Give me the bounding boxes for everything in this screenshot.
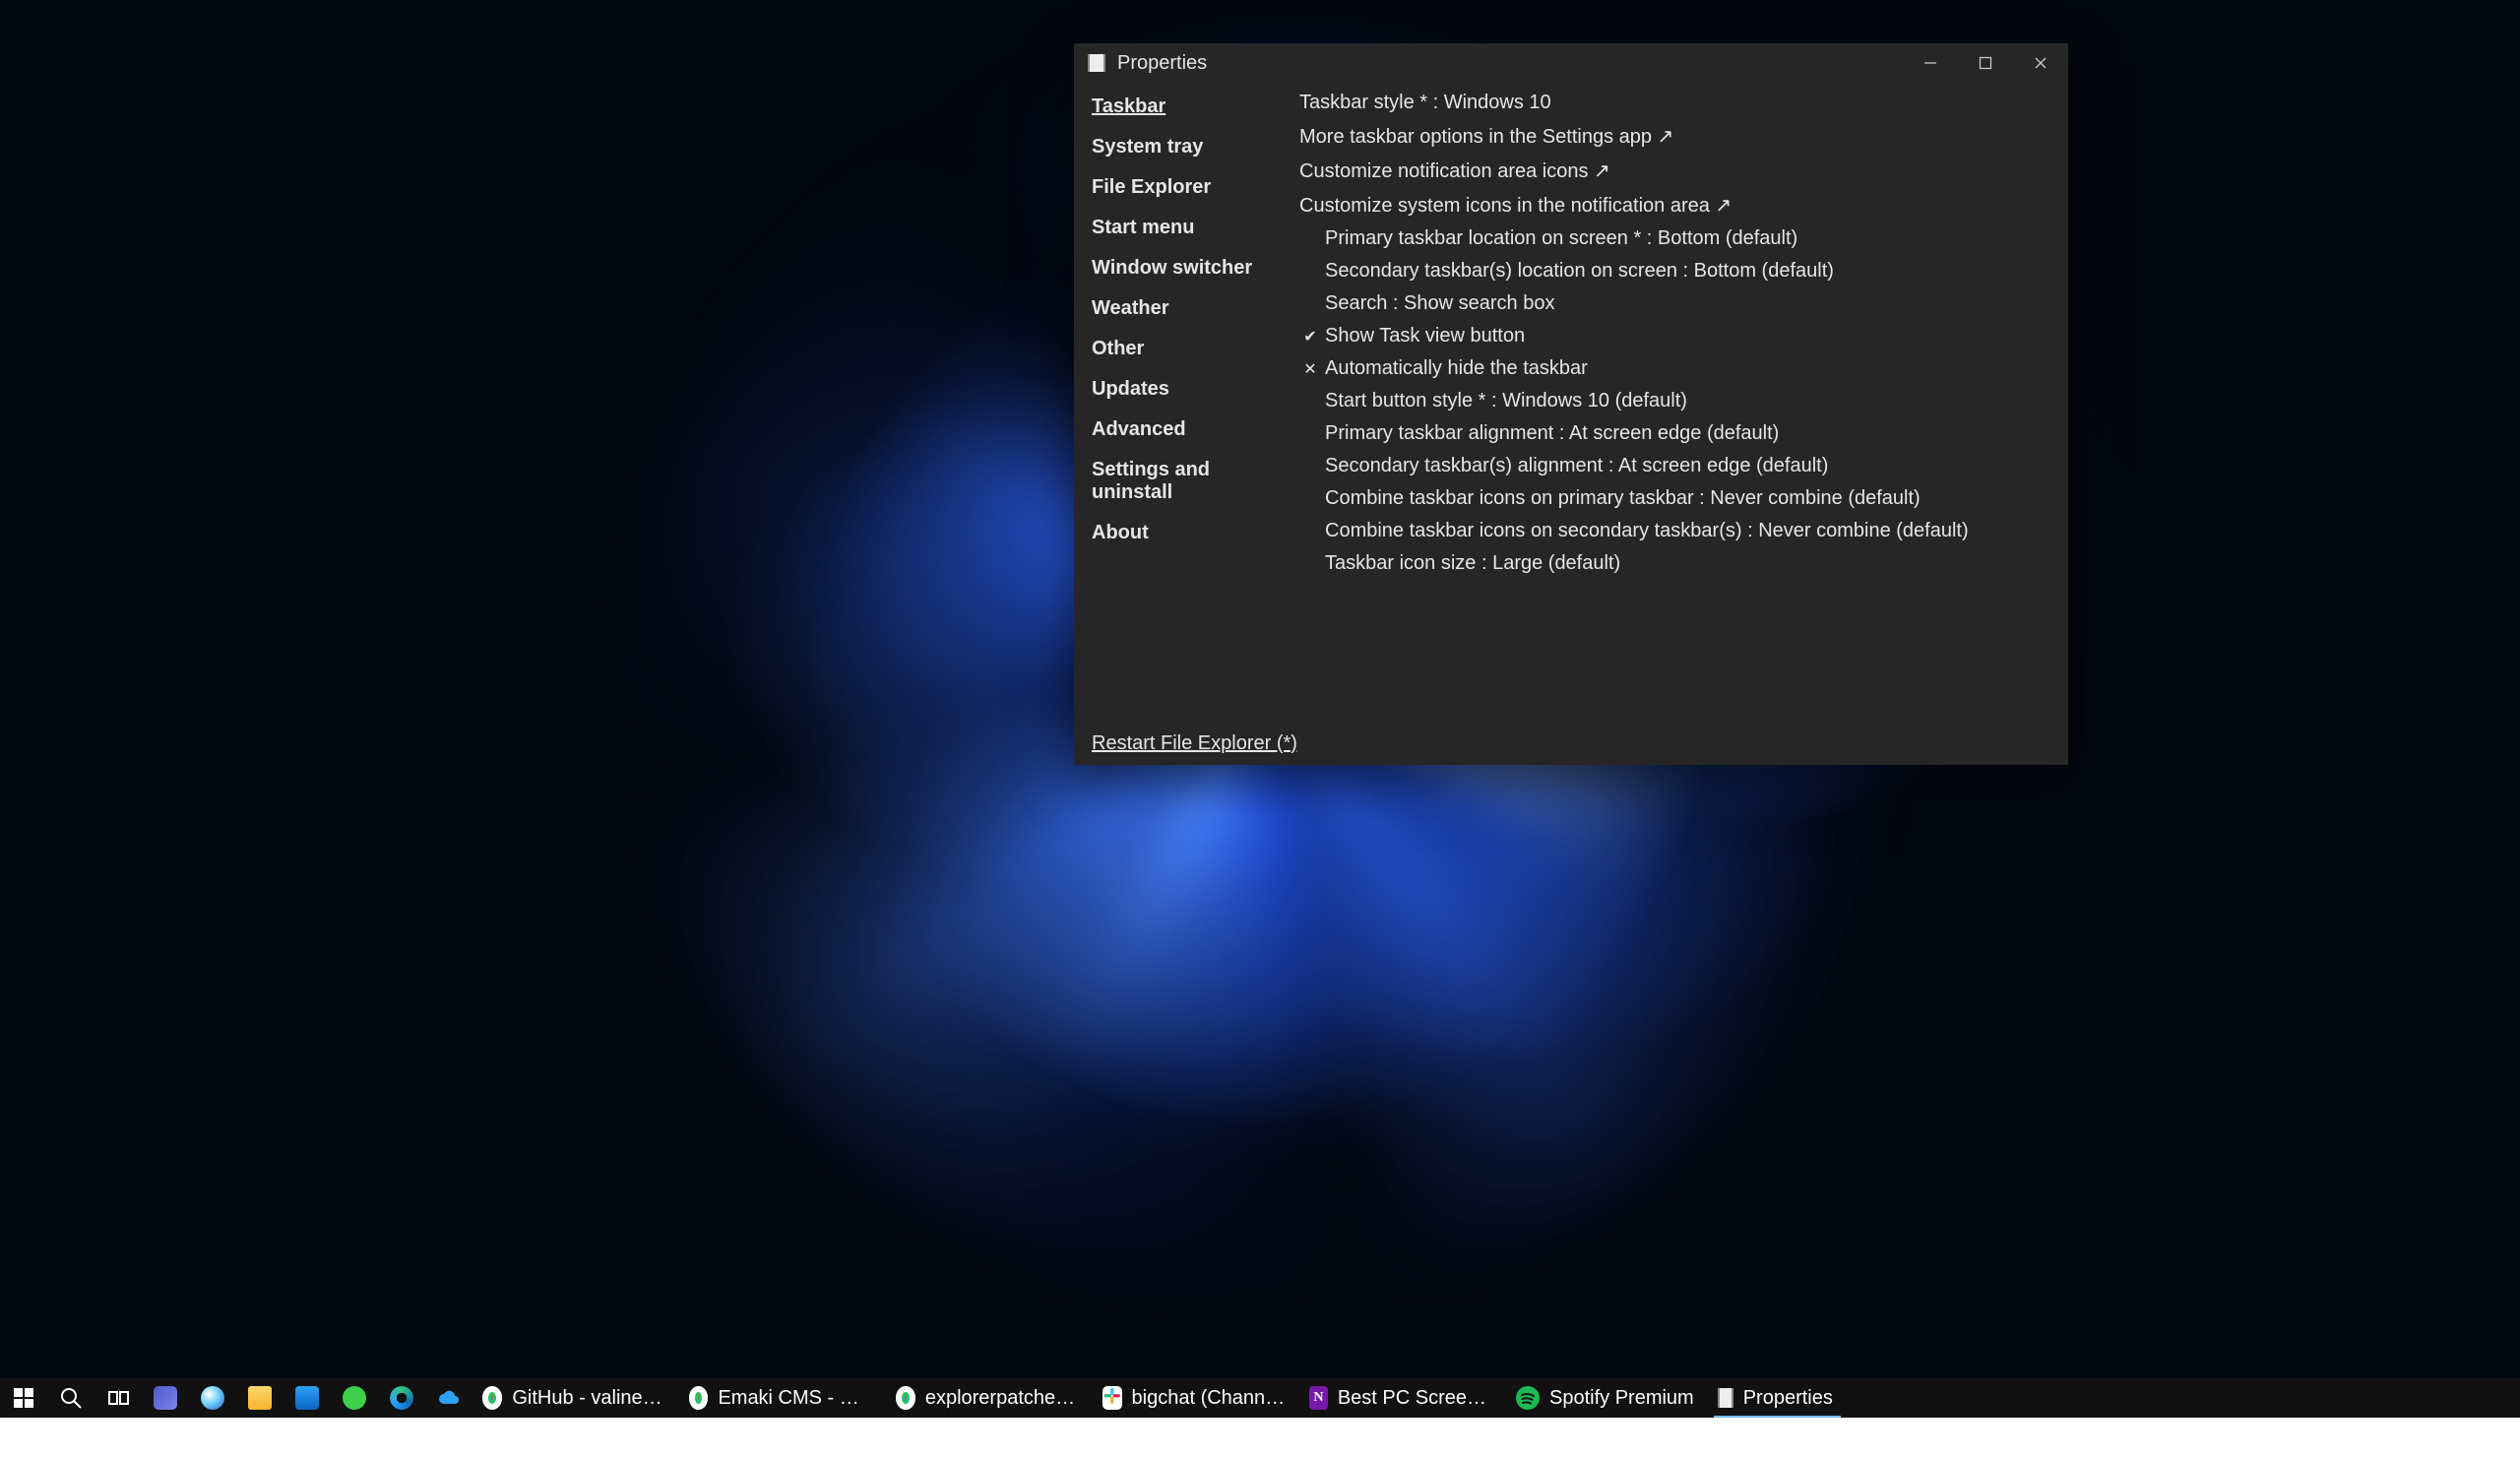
taskbar-app-label: Emaki CMS - Googl... — [718, 1387, 872, 1410]
setting-label: Automatically hide the taskbar — [1325, 357, 1588, 380]
taskbar-pinned-mail[interactable] — [284, 1378, 331, 1418]
setting-row[interactable]: Combine taskbar icons on secondary taskb… — [1299, 515, 2045, 547]
taskbar-app-label: explorerpatcher - G... — [925, 1387, 1079, 1410]
cloud-icon — [437, 1386, 461, 1410]
search-icon — [59, 1386, 83, 1410]
taskbar-pinned-copilot[interactable] — [189, 1378, 236, 1418]
props-icon — [1718, 1388, 1733, 1408]
setting-row[interactable]: Search : Show search box — [1299, 287, 2045, 320]
sidebar: TaskbarSystem trayFile ExplorerStart men… — [1074, 83, 1295, 722]
dot-icon — [201, 1386, 224, 1410]
sidebar-item-system-tray[interactable]: System tray — [1092, 127, 1295, 167]
sidebar-item-about[interactable]: About — [1092, 513, 1295, 553]
window-title: Properties — [1117, 52, 1207, 75]
check-icon: ✔ — [1299, 327, 1321, 347]
onenote-icon: N — [1309, 1386, 1328, 1410]
setting-row[interactable]: Customize system icons in the notificati… — [1299, 188, 2045, 222]
folder-icon — [248, 1386, 272, 1410]
setting-row[interactable]: Secondary taskbar(s) location on screen … — [1299, 255, 2045, 287]
slack-icon — [1102, 1386, 1122, 1410]
taskbar-app-spotify[interactable]: Spotify Premium — [1506, 1378, 1708, 1418]
taskbar-app-emaki[interactable]: Emaki CMS - Googl... — [679, 1378, 886, 1418]
setting-row[interactable]: More taskbar options in the Settings app — [1299, 119, 2045, 154]
restart-file-explorer-link[interactable]: Restart File Explorer (*) — [1074, 722, 2068, 765]
taskbar-pinned-xbox[interactable] — [331, 1378, 378, 1418]
setting-label: Combine taskbar icons on primary taskbar… — [1325, 487, 1921, 510]
sidebar-item-other[interactable]: Other — [1092, 329, 1295, 369]
setting-label: Show Task view button — [1325, 325, 1525, 348]
sidebar-item-start-menu[interactable]: Start menu — [1092, 208, 1295, 248]
taskbar-app-github[interactable]: GitHub - valinet/Ex... — [472, 1378, 679, 1418]
setting-label: Taskbar icon size : Large (default) — [1325, 552, 1620, 575]
taskbar-app-recorder[interactable]: N Best PC Screen Rec... — [1299, 1378, 1506, 1418]
setting-label: Customize system icons in the notificati… — [1299, 193, 1732, 218]
setting-label: Customize notification area icons — [1299, 158, 1610, 183]
taskbar-pinned-teams[interactable] — [142, 1378, 189, 1418]
taskbar-app-label: Spotify Premium — [1549, 1387, 1694, 1410]
sidebar-item-taskbar[interactable]: Taskbar — [1092, 87, 1295, 127]
taskbar-app-props[interactable]: Properties — [1708, 1378, 1847, 1418]
setting-row[interactable]: Customize notification area icons — [1299, 154, 2045, 188]
app-icon — [1088, 54, 1105, 72]
properties-window: Properties TaskbarSystem trayFile Explor… — [1074, 43, 2068, 765]
sidebar-item-advanced[interactable]: Advanced — [1092, 410, 1295, 450]
setting-label: Taskbar style * : Windows 10 — [1299, 92, 1551, 114]
task-view-icon — [106, 1386, 130, 1410]
maximize-button[interactable] — [1958, 43, 2013, 83]
setting-label: Start button style * : Windows 10 (defau… — [1325, 390, 1687, 412]
setting-row[interactable]: Primary taskbar alignment : At screen ed… — [1299, 417, 2045, 450]
taskbar-app-label: Properties — [1743, 1387, 1833, 1410]
title-bar[interactable]: Properties — [1074, 43, 2068, 83]
setting-row[interactable]: Primary taskbar location on screen * : B… — [1299, 222, 2045, 255]
taskbar-pinned-onedrive[interactable] — [425, 1378, 472, 1418]
spotify-icon — [1516, 1386, 1540, 1410]
green-circle-icon — [343, 1386, 366, 1410]
minimize-button[interactable] — [1903, 43, 1958, 83]
setting-row[interactable]: Combine taskbar icons on primary taskbar… — [1299, 482, 2045, 515]
setting-label: Secondary taskbar(s) location on screen … — [1325, 260, 1834, 283]
start-icon — [12, 1386, 35, 1410]
setting-row[interactable]: Taskbar style * : Windows 10 — [1299, 87, 2045, 119]
taskbar-app-label: GitHub - valinet/Ex... — [512, 1387, 665, 1410]
teams-icon — [154, 1386, 177, 1410]
chrome-icon — [896, 1386, 915, 1410]
sidebar-item-updates[interactable]: Updates — [1092, 369, 1295, 410]
setting-row[interactable]: ✕Automatically hide the taskbar — [1299, 352, 2045, 385]
setting-row[interactable]: ✔Show Task view button — [1299, 320, 2045, 352]
mail-icon — [295, 1386, 319, 1410]
setting-row[interactable]: Secondary taskbar(s) alignment : At scre… — [1299, 450, 2045, 482]
chrome-icon — [689, 1386, 708, 1410]
content-pane: Taskbar style * : Windows 10 More taskbar… — [1295, 83, 2068, 722]
setting-label: More taskbar options in the Settings app — [1299, 124, 1673, 149]
taskbar: GitHub - valinet/Ex... Emaki CMS - Googl.… — [0, 1378, 2520, 1418]
edge-icon — [390, 1386, 413, 1410]
sidebar-item-file-explorer[interactable]: File Explorer — [1092, 167, 1295, 208]
taskbar-pinned-edge[interactable] — [378, 1378, 425, 1418]
taskbar-app-bigchat[interactable]: bigchat (Channel) - ... — [1093, 1378, 1299, 1418]
sidebar-item-settings[interactable]: Settings and uninstall — [1092, 450, 1295, 513]
chrome-icon — [482, 1386, 502, 1410]
cross-icon: ✕ — [1299, 359, 1321, 379]
taskbar-pinned-explorer[interactable] — [236, 1378, 284, 1418]
taskbar-pinned-search[interactable] — [47, 1378, 94, 1418]
taskbar-app-label: bigchat (Channel) - ... — [1132, 1387, 1286, 1410]
close-button[interactable] — [2013, 43, 2068, 83]
taskbar-app-label: Best PC Screen Rec... — [1338, 1387, 1492, 1410]
setting-label: Secondary taskbar(s) alignment : At scre… — [1325, 455, 1828, 477]
setting-label: Primary taskbar alignment : At screen ed… — [1325, 422, 1779, 445]
taskbar-pinned-start[interactable] — [0, 1378, 47, 1418]
setting-row[interactable]: Taskbar icon size : Large (default) — [1299, 547, 2045, 580]
sidebar-item-window-switcher[interactable]: Window switcher — [1092, 248, 1295, 288]
setting-row[interactable]: Start button style * : Windows 10 (defau… — [1299, 385, 2045, 417]
setting-label: Primary taskbar location on screen * : B… — [1325, 227, 1797, 250]
taskbar-pinned-task-view[interactable] — [94, 1378, 142, 1418]
setting-label: Search : Show search box — [1325, 292, 1554, 315]
sidebar-item-weather[interactable]: Weather — [1092, 288, 1295, 329]
taskbar-app-explpat[interactable]: explorerpatcher - G... — [886, 1378, 1093, 1418]
setting-label: Combine taskbar icons on secondary taskb… — [1325, 520, 1969, 542]
